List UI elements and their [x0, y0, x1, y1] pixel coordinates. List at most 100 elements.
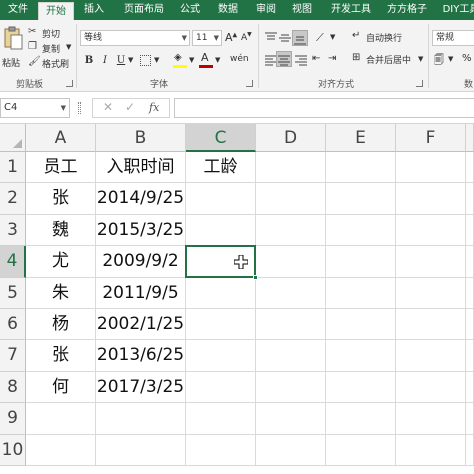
- cell-g5[interactable]: [466, 277, 474, 309]
- insert-function-icon[interactable]: fx: [149, 101, 159, 114]
- tab-file[interactable]: 文件: [0, 0, 36, 20]
- cell-g3[interactable]: [466, 214, 474, 247]
- chevron-down-icon[interactable]: ▼: [154, 56, 159, 64]
- cell-f9[interactable]: [396, 403, 466, 435]
- alignment-launcher-icon[interactable]: [416, 80, 423, 87]
- align-middle-icon[interactable]: [278, 32, 292, 44]
- cell-g6[interactable]: [466, 309, 474, 341]
- currency-format-icon[interactable]: 🗐: [434, 53, 444, 70]
- percent-icon[interactable]: %: [462, 53, 472, 64]
- enter-icon[interactable]: ✓: [125, 100, 135, 114]
- font-name-combo[interactable]: 等线 ▼: [80, 30, 190, 46]
- row-header-7[interactable]: 7: [0, 340, 26, 372]
- cell-c1[interactable]: 工龄: [186, 152, 256, 184]
- cell-a9[interactable]: [26, 403, 96, 435]
- cell-c2[interactable]: [186, 183, 256, 215]
- cell-e3[interactable]: [326, 214, 396, 247]
- cell-f10[interactable]: [396, 434, 466, 466]
- column-header-f[interactable]: F: [396, 124, 466, 152]
- cell-e10[interactable]: [326, 434, 396, 466]
- cell-b9[interactable]: [96, 403, 186, 435]
- chevron-down-icon[interactable]: ▼: [189, 56, 194, 64]
- tab-data[interactable]: 数据: [210, 0, 246, 20]
- chevron-down-icon[interactable]: ▼: [330, 33, 335, 41]
- tab-page-layout[interactable]: 页面布局: [116, 0, 172, 20]
- name-box[interactable]: C4 ▼: [0, 98, 70, 118]
- paste-button[interactable]: 粘贴: [2, 26, 24, 72]
- cell-f7[interactable]: [396, 340, 466, 372]
- tab-formulas[interactable]: 公式: [172, 0, 208, 20]
- cell-g9[interactable]: [466, 403, 474, 435]
- cell-e4[interactable]: [326, 246, 396, 278]
- orientation-icon[interactable]: ⟋: [316, 31, 324, 45]
- bold-button[interactable]: B: [82, 54, 96, 67]
- font-size-combo[interactable]: 11 ▼: [192, 30, 222, 46]
- cell-a7[interactable]: 张: [26, 340, 96, 372]
- decrease-indent-icon[interactable]: ⇤: [312, 53, 320, 64]
- cancel-icon[interactable]: ✕: [103, 100, 113, 114]
- cell-b1[interactable]: 入职时间: [96, 152, 186, 184]
- align-top-icon[interactable]: [264, 32, 278, 44]
- formula-bar-grip-icon[interactable]: [78, 102, 81, 114]
- cell-c8[interactable]: [186, 371, 256, 404]
- cell-f1[interactable]: [396, 152, 466, 184]
- row-header-3[interactable]: 3: [0, 214, 26, 247]
- align-center-button[interactable]: [276, 51, 292, 67]
- cell-e6[interactable]: [326, 309, 396, 341]
- column-header-b[interactable]: B: [96, 124, 186, 152]
- phonetic-icon[interactable]: wén: [230, 54, 249, 64]
- cell-c3[interactable]: [186, 214, 256, 247]
- cell-a4[interactable]: 尤: [26, 246, 96, 278]
- tab-insert[interactable]: 插入: [76, 0, 112, 20]
- column-header-d[interactable]: D: [256, 124, 326, 152]
- cell-d7[interactable]: [256, 340, 326, 372]
- cell-d8[interactable]: [256, 371, 326, 404]
- align-right-icon[interactable]: [294, 55, 308, 67]
- cell-d1[interactable]: [256, 152, 326, 184]
- cell-g1[interactable]: [466, 152, 474, 184]
- increase-indent-icon[interactable]: ⇥: [328, 53, 336, 64]
- cell-d5[interactable]: [256, 277, 326, 309]
- row-header-6[interactable]: 6: [0, 309, 26, 341]
- increase-font-icon[interactable]: A▲: [225, 31, 237, 44]
- cell-c9[interactable]: [186, 403, 256, 435]
- borders-button[interactable]: [140, 55, 151, 66]
- cell-c10[interactable]: [186, 434, 256, 466]
- row-header-4[interactable]: 4: [0, 246, 26, 278]
- row-header-5[interactable]: 5: [0, 277, 26, 309]
- fill-handle[interactable]: [253, 274, 258, 280]
- cell-d6[interactable]: [256, 309, 326, 341]
- cell-g4[interactable]: [466, 246, 474, 278]
- cell-d10[interactable]: [256, 434, 326, 466]
- cell-b2[interactable]: 2014/9/25: [96, 183, 186, 215]
- cell-g2[interactable]: [466, 183, 474, 215]
- number-format-combo[interactable]: 常规: [432, 30, 474, 46]
- cell-d2[interactable]: [256, 183, 326, 215]
- tab-view[interactable]: 视图: [284, 0, 320, 20]
- cell-a1[interactable]: 员工: [26, 152, 96, 184]
- tab-home[interactable]: 开始: [38, 2, 74, 20]
- cell-f3[interactable]: [396, 214, 466, 247]
- merge-center-button[interactable]: ⊞ 合并后居中 ▼: [352, 52, 426, 66]
- cell-f6[interactable]: [396, 309, 466, 341]
- cell-e5[interactable]: [326, 277, 396, 309]
- row-header-9[interactable]: 9: [0, 403, 26, 435]
- cell-f5[interactable]: [396, 277, 466, 309]
- tab-review[interactable]: 审阅: [248, 0, 284, 20]
- tab-diy-tools[interactable]: DIY工具: [436, 0, 474, 20]
- cell-b10[interactable]: [96, 434, 186, 466]
- column-header-e[interactable]: E: [326, 124, 396, 152]
- cell-e8[interactable]: [326, 371, 396, 404]
- column-header-partial[interactable]: [466, 124, 474, 152]
- cell-d9[interactable]: [256, 403, 326, 435]
- cell-b6[interactable]: 2002/1/25: [96, 309, 186, 341]
- cell-e7[interactable]: [326, 340, 396, 372]
- cell-b4[interactable]: 2009/9/2: [96, 246, 186, 278]
- cell-f8[interactable]: [396, 371, 466, 404]
- cell-g8[interactable]: [466, 371, 474, 404]
- italic-button[interactable]: I: [98, 54, 112, 67]
- select-all-button[interactable]: [0, 124, 26, 152]
- cell-a5[interactable]: 朱: [26, 277, 96, 309]
- row-header-2[interactable]: 2: [0, 183, 26, 215]
- cell-b8[interactable]: 2017/3/25: [96, 371, 186, 404]
